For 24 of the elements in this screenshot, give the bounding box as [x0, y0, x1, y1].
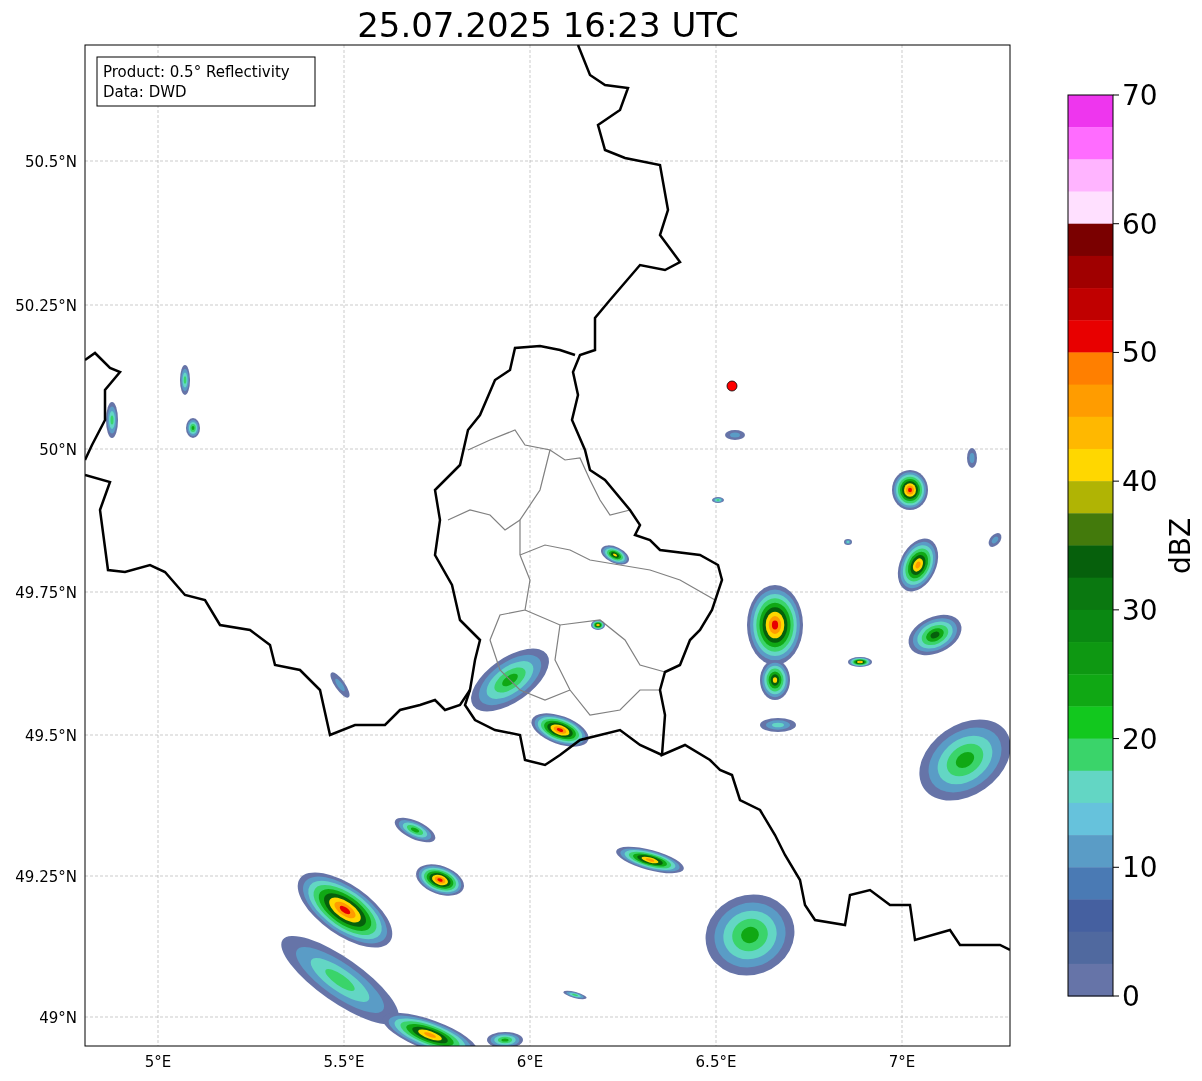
axis-tick-label: 50.5°N [24, 153, 77, 171]
axis-tick-label: 49.75°N [15, 584, 77, 602]
colorbar-label: dBZ [1164, 517, 1197, 575]
axis-tick-label: 5.5°E [323, 1053, 365, 1071]
chart-title: 25.07.2025 16:23 UTC [357, 5, 739, 45]
axis-tick-label: 7°E [888, 1053, 916, 1071]
colorbar-tick-label: 50 [1122, 336, 1158, 370]
axis-tick-label: 49°N [39, 1009, 77, 1027]
info-text: Product: 0.5° Reflectivity [103, 63, 290, 81]
axis-tick-label: 6°E [516, 1053, 544, 1071]
colorbar-tick-label: 30 [1122, 593, 1158, 627]
colorbar-tick-label: 60 [1122, 207, 1158, 241]
colorbar-tick-label: 0 [1122, 980, 1140, 1013]
axis-tick-label: 49.5°N [24, 727, 77, 745]
axis-tick-label: 50.25°N [15, 297, 77, 315]
info-text: Data: DWD [103, 83, 187, 101]
colorbar-tick-label: 20 [1122, 722, 1158, 756]
axis-tick-label: 50°N [39, 441, 77, 459]
axis-tick-label: 6.5°E [695, 1053, 737, 1071]
axis-tick-label: 49.25°N [15, 868, 77, 886]
colorbar-tick-label: 40 [1122, 465, 1158, 499]
axis-tick-label: 5°E [144, 1053, 172, 1071]
colorbar-tick-label: 10 [1122, 851, 1158, 885]
colorbar-tick-label: 70 [1122, 79, 1158, 112]
